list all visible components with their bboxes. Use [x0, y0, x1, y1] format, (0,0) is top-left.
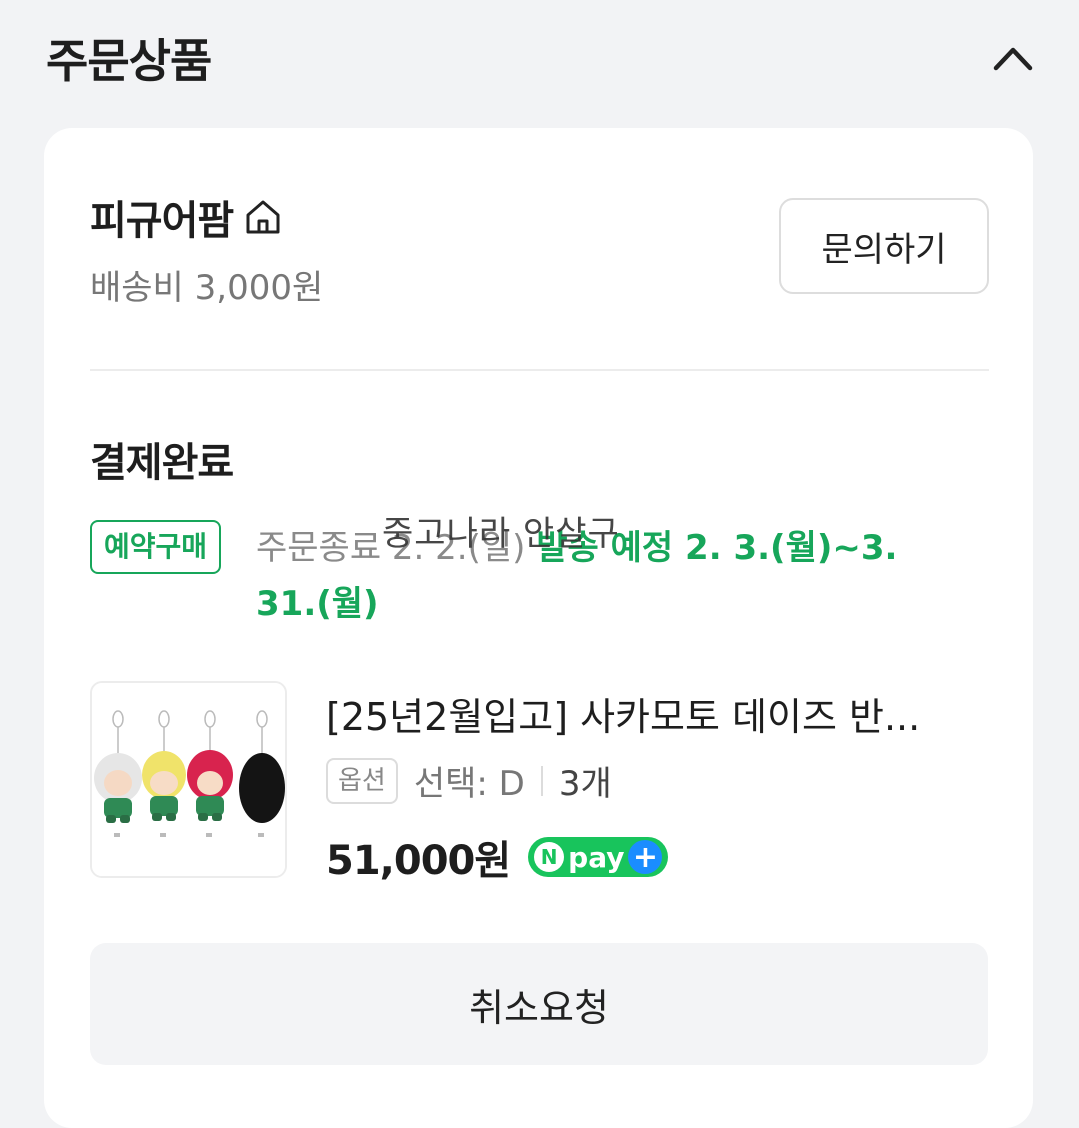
store-row: 피규어팜 배송비 3,000원 문의하기	[90, 188, 989, 308]
npay-n-icon: N	[534, 842, 565, 872]
product-image	[92, 683, 285, 876]
option-value: 선택: D	[413, 764, 525, 804]
plus-icon: +	[628, 840, 663, 875]
section-title: 주문상품	[46, 34, 212, 88]
option-separator	[540, 765, 543, 796]
section-header: 주문상품	[46, 18, 1035, 98]
order-status: 결제완료	[90, 440, 234, 486]
price-row: 51,000원 N pay +	[326, 828, 669, 886]
option-row: 옵션 선택: D 3개	[326, 756, 612, 805]
product-thumbnail[interactable]	[90, 681, 287, 878]
product-price: 51,000원	[326, 838, 511, 884]
divider	[90, 369, 989, 371]
npay-label: pay	[568, 840, 625, 874]
npay-plus-badge: N pay +	[528, 837, 669, 877]
store-name[interactable]: 피규어팜	[90, 188, 234, 246]
home-icon[interactable]	[243, 197, 283, 237]
cancel-request-button[interactable]: 취소요청	[90, 943, 988, 1065]
order-card: 피규어팜 배송비 3,000원 문의하기 결제완료 예약구매 주문종료 2. 2…	[44, 128, 1033, 1128]
preorder-badge: 예약구매	[90, 520, 222, 574]
quantity: 3개	[558, 764, 612, 804]
product-title[interactable]: [25년2월입고] 사카모토 데이즈 반...	[326, 686, 976, 741]
option-tag: 옵션	[326, 757, 398, 804]
watermark-text: 중고나라 안살구	[382, 514, 620, 554]
inquiry-button[interactable]: 문의하기	[779, 198, 989, 294]
chevron-up-icon[interactable]	[991, 36, 1035, 80]
